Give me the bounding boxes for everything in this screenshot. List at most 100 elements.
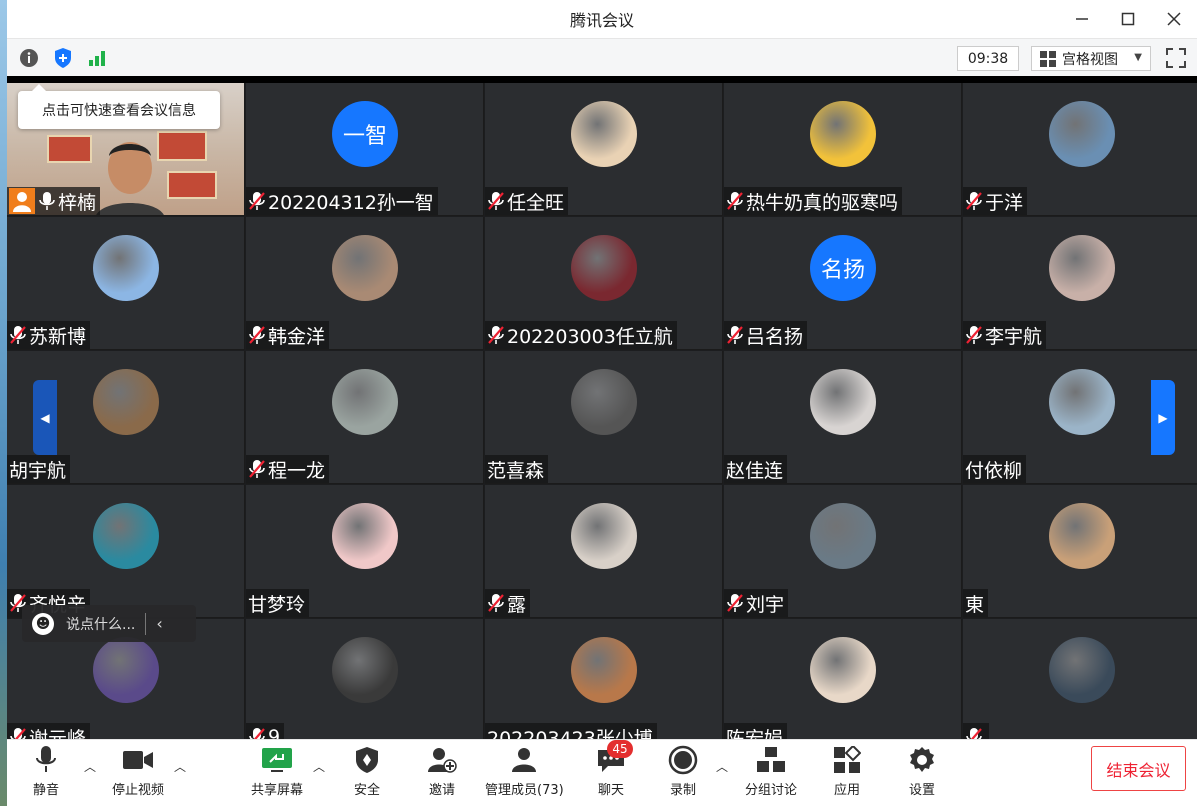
participant-tile[interactable]: 202203003任立航 xyxy=(485,217,723,350)
breakout-label: 分组讨论 xyxy=(745,783,798,798)
record-options-caret[interactable]: ︿ xyxy=(716,758,728,775)
participant-nameplate: 202203423张少博 xyxy=(485,723,657,739)
participant-tile[interactable]: 任全旺 xyxy=(485,83,723,216)
participant-nameplate: 范喜森 xyxy=(485,455,549,483)
fullscreen-button[interactable] xyxy=(1165,47,1187,69)
participant-name: 甘梦玲 xyxy=(248,593,306,616)
participant-name: 陈宏娟 xyxy=(726,727,784,740)
mute-options-caret[interactable]: ︿ xyxy=(84,758,96,775)
participant-nameplate: 9 xyxy=(246,723,285,739)
share-options-caret[interactable]: ︿ xyxy=(313,758,325,775)
participant-tile[interactable]: 202203423张少博 xyxy=(485,619,723,739)
security-shield-button[interactable] xyxy=(52,47,74,69)
participant-tile[interactable]: 東 xyxy=(963,485,1197,618)
record-button[interactable]: 录制 xyxy=(666,744,700,798)
participant-name: 東 xyxy=(965,593,985,616)
avatar: 一智 xyxy=(332,101,398,167)
participant-name: 范喜森 xyxy=(487,459,545,482)
quick-chat-bar[interactable]: ☻ 说点什么... ‹ xyxy=(22,605,196,642)
muted-mic-icon xyxy=(727,192,743,210)
participant-nameplate: 202204312孙一智 xyxy=(246,187,438,215)
share-screen-icon xyxy=(262,748,292,772)
participant-tile[interactable]: 刘宇 xyxy=(724,485,962,618)
participant-tile[interactable]: 范喜森 xyxy=(485,351,723,484)
security-button[interactable]: 安全 xyxy=(350,744,384,798)
participant-nameplate: 韩金洋 xyxy=(246,321,330,349)
video-camera-icon xyxy=(123,751,153,769)
avatar xyxy=(571,503,637,569)
participant-tile[interactable]: 苏新博 xyxy=(7,217,245,350)
apps-button[interactable]: 应用 xyxy=(830,744,864,798)
participant-name: 刘宇 xyxy=(746,593,785,616)
meeting-clock: 09:38 xyxy=(957,46,1019,71)
participant-tile[interactable]: 一智 202204312孙一智 xyxy=(246,83,484,216)
participant-tile[interactable]: 露 xyxy=(485,485,723,618)
chat-label: 聊天 xyxy=(597,783,624,798)
participant-nameplate: 热牛奶真的驱寒吗 xyxy=(724,187,903,215)
collapse-chevron-icon[interactable]: ‹ xyxy=(156,614,162,633)
avatar xyxy=(810,101,876,167)
avatar xyxy=(1049,637,1115,703)
participant-name: 热牛奶真的驱寒吗 xyxy=(746,191,899,214)
avatar xyxy=(93,637,159,703)
smile-icon[interactable]: ☻ xyxy=(32,612,54,635)
avatar xyxy=(1049,503,1115,569)
muted-mic-icon xyxy=(249,460,265,478)
participant-name: 韩金洋 xyxy=(268,325,326,348)
participant-tile[interactable]: 齐悦辛 xyxy=(7,485,245,618)
security-label: 安全 xyxy=(353,783,380,798)
invite-button[interactable]: 邀请 xyxy=(425,744,459,798)
muted-mic-icon xyxy=(10,326,26,344)
network-signal-button[interactable] xyxy=(86,47,108,69)
participant-nameplate: 刘宇 xyxy=(724,589,789,617)
close-button[interactable] xyxy=(1151,0,1197,38)
participant-tile[interactable]: 李宇航 xyxy=(963,217,1197,350)
participant-tile[interactable]: 名扬 吕名扬 xyxy=(724,217,962,350)
participant-name: 程一龙 xyxy=(268,459,326,482)
participant-tile[interactable]: 程一龙 xyxy=(246,351,484,484)
meeting-window: 腾讯会议 09:38 宫格视图 ▼ 梓楠 一智 202204312孙一智 任全旺… xyxy=(7,0,1197,806)
settings-button[interactable]: 设置 xyxy=(905,744,939,798)
avatar xyxy=(1049,369,1115,435)
participant-nameplate: 露 xyxy=(485,589,531,617)
participant-tile[interactable]: 甘梦玲 xyxy=(246,485,484,618)
microphone-icon xyxy=(39,192,55,210)
participant-nameplate: 苏新博 xyxy=(7,321,91,349)
video-options-caret[interactable]: ︿ xyxy=(174,758,186,775)
avatar xyxy=(332,369,398,435)
participant-nameplate: 付依柳 xyxy=(963,455,1027,483)
participant-tile[interactable]: 韩金洋 xyxy=(246,217,484,350)
stop-video-button[interactable]: 停止视频 xyxy=(112,744,164,798)
view-mode-select[interactable]: 宫格视图 ▼ xyxy=(1031,46,1151,71)
participant-tile[interactable]: 热牛奶真的驱寒吗 xyxy=(724,83,962,216)
mute-button[interactable]: 静音 xyxy=(29,744,63,798)
participant-tile[interactable]: 于洋 xyxy=(963,83,1197,216)
share-screen-button[interactable]: 共享屏幕 xyxy=(251,744,303,798)
record-icon xyxy=(668,745,698,775)
chevron-down-icon: ▼ xyxy=(1134,52,1142,63)
participant-tile[interactable]: 9 xyxy=(246,619,484,739)
muted-mic-icon xyxy=(966,326,982,344)
apps-icon xyxy=(834,746,861,773)
muted-mic-icon xyxy=(966,192,982,210)
info-button[interactable] xyxy=(18,47,40,69)
next-page-button[interactable]: ▶ xyxy=(1151,380,1175,455)
maximize-button[interactable] xyxy=(1105,0,1151,38)
muted-mic-icon xyxy=(10,728,26,739)
quick-chat-input[interactable]: 说点什么... xyxy=(66,614,135,634)
participant-tile[interactable] xyxy=(963,619,1197,739)
participant-tile[interactable]: 陈宏娟 xyxy=(724,619,962,739)
previous-page-button[interactable]: ◀ xyxy=(33,380,57,455)
breakout-rooms-icon xyxy=(757,747,785,772)
participant-name: 202203423张少博 xyxy=(487,727,653,740)
breakout-button[interactable]: 分组讨论 xyxy=(745,744,797,798)
avatar: 名扬 xyxy=(810,235,876,301)
manage-members-button[interactable]: 管理成员(73) xyxy=(485,744,564,798)
end-meeting-button[interactable]: 结束会议 xyxy=(1091,746,1186,791)
members-icon xyxy=(512,748,537,772)
apps-label: 应用 xyxy=(833,783,860,798)
minimize-button[interactable] xyxy=(1059,0,1105,38)
microphone-icon xyxy=(36,746,56,772)
avatar xyxy=(810,637,876,703)
participant-tile[interactable]: 赵佳连 xyxy=(724,351,962,484)
